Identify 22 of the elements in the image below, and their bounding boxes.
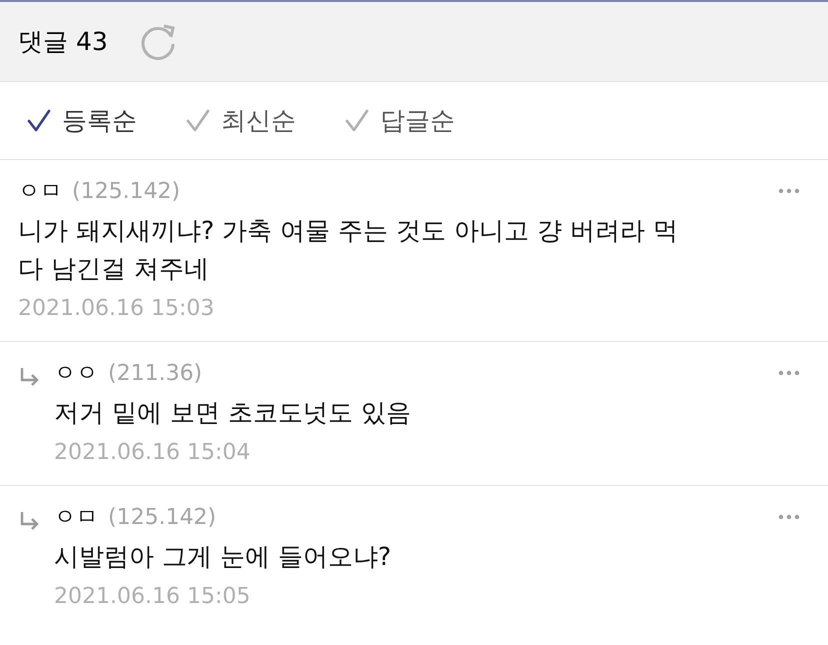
check-icon (26, 108, 52, 134)
check-icon (185, 108, 211, 134)
comment-date: 2021.06.16 15:03 (18, 295, 216, 323)
more-icon[interactable] (778, 370, 800, 376)
comment-text: 니가 돼지새끼냐? 가축 여물 주는 것도 아니고 걍 버려라 먹다 남긴걸 쳐주네 (18, 215, 679, 285)
more-icon[interactable] (778, 188, 800, 194)
comment-text: 저거 밑에 보면 초코도넛도 있음 (54, 397, 412, 429)
comment-author: ㅇㅇ (54, 360, 98, 388)
comment-ip: (125.142) (108, 504, 216, 532)
comment-date: 2021.06.16 15:04 (54, 439, 252, 467)
comment-date: 2021.06.16 15:05 (54, 583, 252, 611)
sort-tab[interactable]: 최신순 (185, 102, 296, 140)
comment-count-title: 댓글 43 (18, 26, 108, 58)
comment-ip: (211.36) (108, 360, 202, 388)
comment-author: ㅇㅁ (54, 504, 98, 532)
check-icon (344, 108, 370, 134)
sort-tab[interactable]: 답글순 (344, 102, 455, 140)
comment-ip: (125.142) (72, 178, 180, 206)
comment-text: 시발럼아 그게 눈에 들어오냐? (54, 541, 392, 573)
comment-author: ㅇㅁ (18, 178, 62, 206)
sort-tab[interactable]: 등록순 (26, 102, 137, 140)
more-icon[interactable] (778, 514, 800, 520)
